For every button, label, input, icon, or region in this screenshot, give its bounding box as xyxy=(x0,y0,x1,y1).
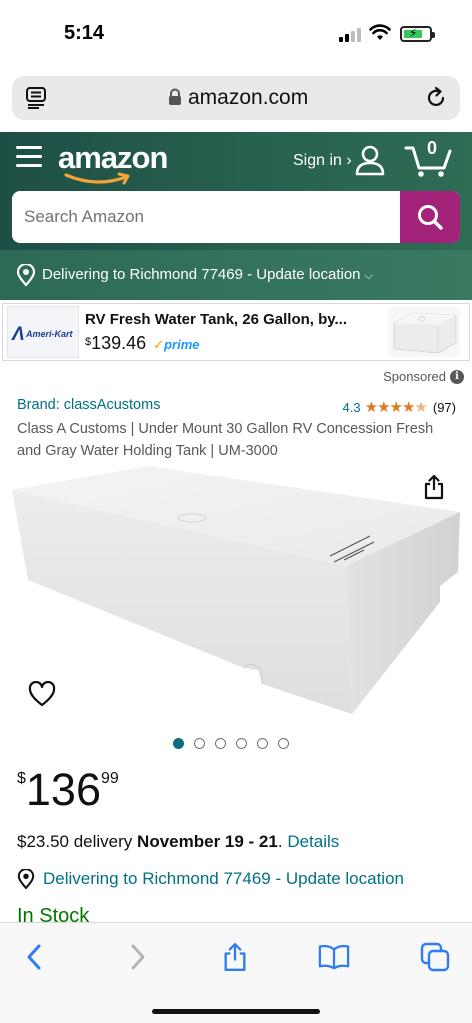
review-count: (97) xyxy=(432,399,456,415)
amazon-header: amazon Sign in › 0 xyxy=(0,132,472,250)
lock-icon xyxy=(169,88,181,105)
delivery-location-text: Delivering to Richmond 77469 - Update lo… xyxy=(42,266,373,283)
carousel-dot[interactable] xyxy=(278,738,289,749)
charging-bolt-icon: ⚡ xyxy=(409,26,418,40)
sponsored-banner[interactable]: Λ Ameri-Kart RV Fresh Water Tank, 26 Gal… xyxy=(2,303,470,361)
amazon-smile-icon xyxy=(64,172,130,185)
reader-icon[interactable] xyxy=(26,87,46,109)
sign-in-link[interactable]: Sign in › xyxy=(293,152,352,170)
search-input[interactable] xyxy=(12,191,400,243)
delivery-dates: November 19 - 21 xyxy=(137,832,278,851)
chevron-right-icon xyxy=(131,944,145,970)
delivery-location-link[interactable]: Delivering to Richmond 77469 - Update lo… xyxy=(17,869,404,889)
cellular-signal-icon xyxy=(339,28,363,42)
product-image[interactable] xyxy=(0,462,472,724)
share-button[interactable] xyxy=(219,941,251,973)
chevron-down-icon: ⌵ xyxy=(364,270,373,282)
carousel-dot[interactable] xyxy=(236,738,247,749)
carousel-dot[interactable] xyxy=(194,738,205,749)
reload-icon[interactable] xyxy=(424,86,448,110)
status-bar: 5:14 ⚡ xyxy=(0,0,472,68)
carousel-dot[interactable] xyxy=(173,738,184,749)
share-icon xyxy=(224,943,246,971)
status-time: 5:14 xyxy=(64,22,105,44)
delivery-info: $23.50 delivery November 19 - 21. Detail… xyxy=(17,832,340,851)
ameri-kart-logo-icon: Λ xyxy=(12,324,25,345)
star-rating-icon: ★★★★★ xyxy=(364,399,428,416)
bookmarks-button[interactable] xyxy=(318,941,350,973)
banner-title[interactable]: RV Fresh Water Tank, 26 Gallon, by... xyxy=(85,311,347,328)
search-box xyxy=(12,191,460,243)
rating[interactable]: 4.3 ★★★★★ (97) xyxy=(343,398,456,416)
info-icon[interactable]: i xyxy=(450,369,464,384)
home-indicator xyxy=(152,1009,320,1014)
image-carousel-dots[interactable] xyxy=(173,738,289,750)
battery-icon: ⚡ xyxy=(400,26,435,42)
banner-price: $139.46 ✓prime xyxy=(85,333,200,353)
sponsored-label[interactable]: Sponsored i xyxy=(383,369,464,384)
carousel-dot[interactable] xyxy=(257,738,268,749)
rating-value: 4.3 xyxy=(342,399,361,415)
carousel-dot[interactable] xyxy=(215,738,226,749)
prime-badge: ✓prime xyxy=(153,337,200,352)
brand-link[interactable]: Brand: classAcustoms xyxy=(17,397,160,413)
forward-button[interactable] xyxy=(121,941,153,973)
hamburger-icon[interactable] xyxy=(16,146,42,168)
share-icon[interactable] xyxy=(422,474,446,500)
cart-count: 0 xyxy=(426,138,437,158)
address-bar[interactable]: amazon.com xyxy=(12,76,460,120)
product-price: $13699 xyxy=(17,764,119,815)
banner-product-image[interactable] xyxy=(388,307,460,357)
url-text[interactable]: amazon.com xyxy=(188,86,308,110)
brand-logo-text: Ameri-Kart xyxy=(26,329,73,339)
browser-toolbar xyxy=(0,922,472,1023)
heart-icon[interactable] xyxy=(28,681,56,707)
product-title: Class A Customs | Under Mount 30 Gallon … xyxy=(17,421,434,459)
back-button[interactable] xyxy=(19,941,51,973)
wifi-icon xyxy=(369,24,391,40)
location-pin-icon xyxy=(16,264,36,286)
chevron-left-icon xyxy=(27,944,41,970)
amazon-logo[interactable]: amazon xyxy=(58,140,168,176)
tabs-button[interactable] xyxy=(419,941,451,973)
location-pin-icon xyxy=(17,869,35,889)
delivery-location-bar[interactable]: Delivering to Richmond 77469 - Update lo… xyxy=(0,250,472,300)
tabs-icon xyxy=(420,942,450,972)
details-link[interactable]: Details xyxy=(287,832,339,851)
brand-logo[interactable]: Λ Ameri-Kart xyxy=(7,306,79,358)
search-icon xyxy=(418,205,443,230)
book-icon xyxy=(318,945,350,970)
user-icon[interactable] xyxy=(355,144,385,176)
search-button[interactable] xyxy=(400,191,460,243)
